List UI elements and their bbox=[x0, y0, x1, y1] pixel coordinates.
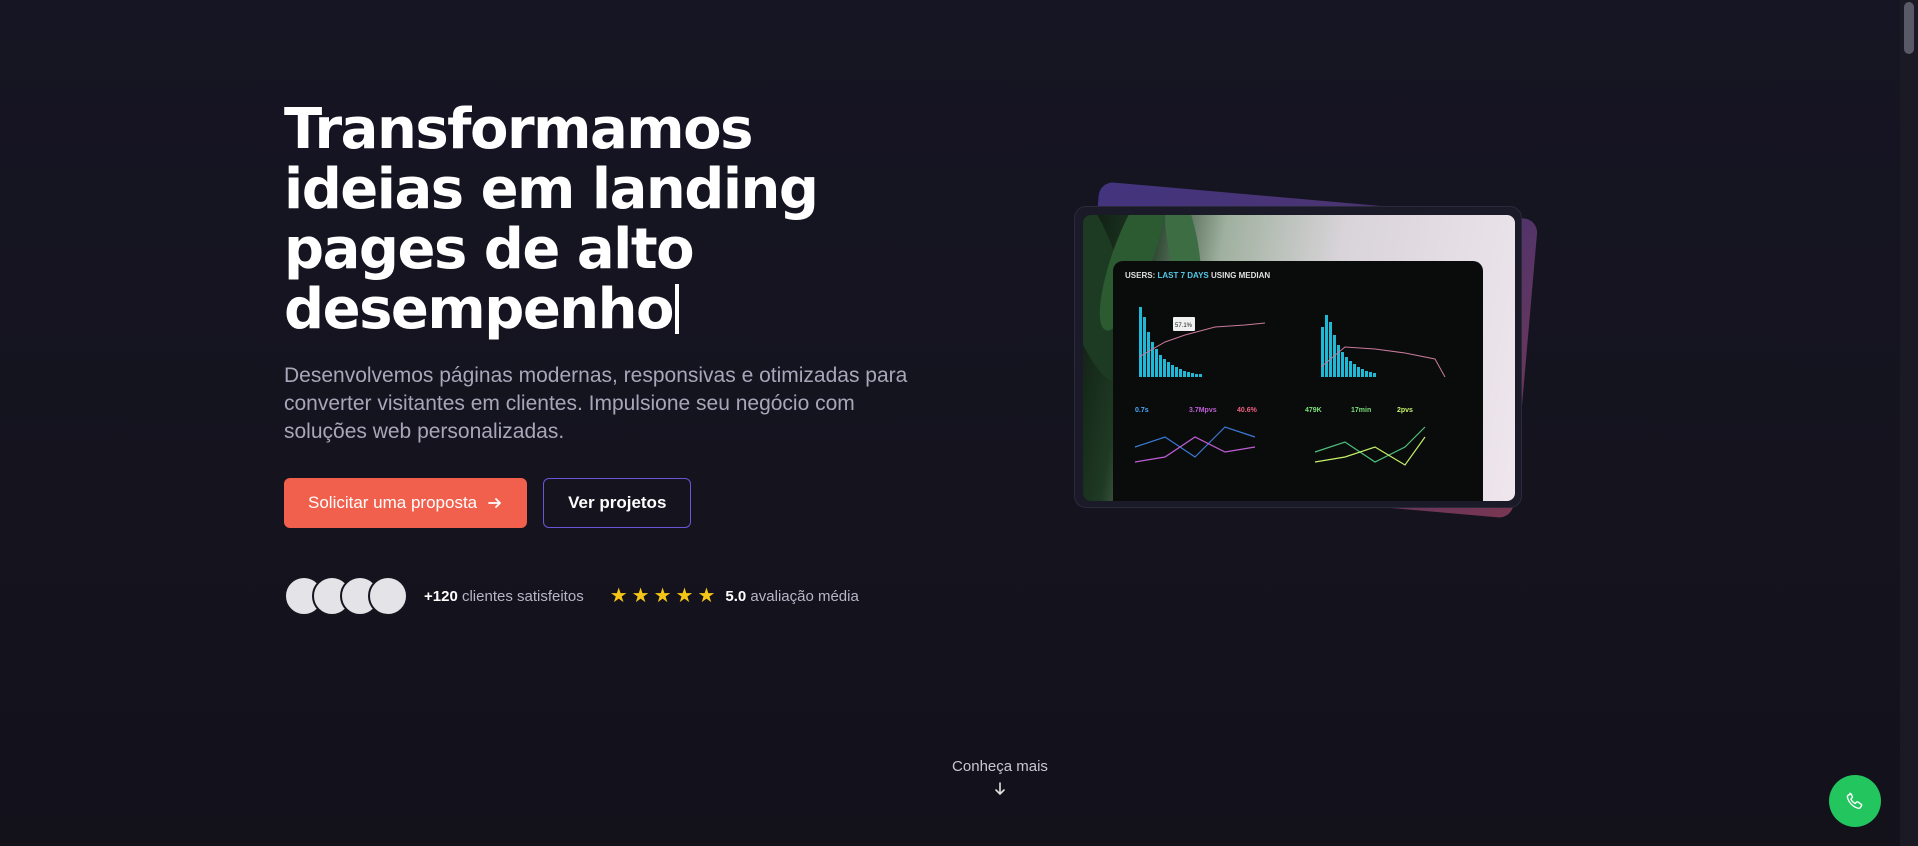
dash-stat-4: 479K bbox=[1305, 407, 1322, 414]
headline-line-2: ideias em landing bbox=[284, 157, 819, 222]
laptop-screen: USERS: LAST 7 DAYS USING MEDIAN 57.1% 0.… bbox=[1113, 261, 1483, 501]
dashboard-photo: USERS: LAST 7 DAYS USING MEDIAN 57.1% 0.… bbox=[1083, 215, 1515, 501]
star-icon: ★ bbox=[697, 585, 716, 607]
clients-label: clientes satisfeitos bbox=[461, 587, 584, 605]
line-lime bbox=[1314, 436, 1426, 466]
hero-image: USERS: LAST 7 DAYS USING MEDIAN 57.1% 0.… bbox=[1056, 180, 1539, 540]
rating-value: 5.0 bbox=[725, 587, 747, 605]
star-icon: ★ bbox=[675, 585, 694, 607]
headline-line-1: Transformamos bbox=[284, 97, 753, 162]
scrollbar[interactable] bbox=[1900, 0, 1918, 846]
rating-label: avaliação média bbox=[750, 587, 859, 605]
dash-tooltip: 57.1% bbox=[1175, 323, 1193, 329]
phone-icon bbox=[1846, 792, 1863, 810]
image-frame: USERS: LAST 7 DAYS USING MEDIAN 57.1% 0.… bbox=[1074, 206, 1522, 508]
scrollbar-thumb[interactable] bbox=[1904, 2, 1914, 54]
dash-stat-2: 3.7Mpvs bbox=[1189, 407, 1217, 414]
hero-content: Transformamos ideias em landing pages de… bbox=[284, 100, 944, 616]
dash-stat-6: 2pvs bbox=[1397, 407, 1413, 414]
social-proof: +120 clientes satisfeitos ★ ★ ★ ★ ★ 5.0 … bbox=[284, 576, 944, 616]
avatar bbox=[368, 576, 408, 616]
phone-contact-button[interactable] bbox=[1829, 775, 1881, 827]
request-proposal-button[interactable]: Solicitar uma proposta bbox=[284, 478, 528, 528]
line-green bbox=[1314, 426, 1426, 463]
dash-stat-1: 0.7s bbox=[1135, 407, 1149, 414]
star-icon: ★ bbox=[631, 585, 650, 607]
learn-more-label: Conheça mais bbox=[952, 758, 1048, 775]
typing-cursor bbox=[675, 284, 680, 334]
star-icon: ★ bbox=[609, 585, 628, 607]
star-icon: ★ bbox=[653, 585, 672, 607]
dashboard-charts: 57.1% 0.7s 3.7Mpvs 40.6% 479K 17min 2pvs bbox=[1134, 307, 1446, 466]
dashboard-title: USERS: LAST 7 DAYS USING MEDIAN bbox=[1125, 271, 1471, 280]
page: Transformamos ideias em landing pages de… bbox=[0, 0, 1918, 846]
dash-using: USING bbox=[1210, 271, 1237, 280]
learn-more-link[interactable]: Conheça mais bbox=[952, 758, 1048, 797]
headline-line-4: desempenho bbox=[284, 277, 675, 342]
clients-number: +120 bbox=[424, 587, 458, 605]
client-avatars bbox=[284, 576, 408, 616]
dash-prefix: USERS: bbox=[1125, 271, 1156, 280]
arrow-down-icon bbox=[995, 782, 1005, 795]
dash-suffix: MEDIAN bbox=[1238, 271, 1271, 280]
arrow-right-icon bbox=[488, 498, 502, 508]
rating: ★ ★ ★ ★ ★ 5.0 avaliação média bbox=[610, 586, 859, 606]
line-blue bbox=[1134, 426, 1256, 458]
headline-line-3: pages de alto bbox=[284, 217, 695, 282]
hero-headline: Transformamos ideias em landing pages de… bbox=[284, 100, 944, 340]
request-proposal-label: Solicitar uma proposta bbox=[308, 493, 478, 512]
dash-stat-5: 17min bbox=[1351, 407, 1371, 414]
dash-stat-3: 40.6% bbox=[1237, 407, 1258, 414]
hero-buttons: Solicitar uma proposta Ver projetos bbox=[284, 478, 944, 528]
view-projects-button[interactable]: Ver projetos bbox=[543, 478, 692, 528]
hero-subtitle: Desenvolvemos páginas modernas, responsi… bbox=[284, 364, 908, 443]
dash-range: LAST 7 DAYS bbox=[1157, 271, 1209, 280]
histogram-right bbox=[1321, 315, 1376, 377]
rating-text: 5.0 avaliação média bbox=[725, 588, 858, 605]
clients-count: +120 clientes satisfeitos bbox=[424, 588, 584, 605]
